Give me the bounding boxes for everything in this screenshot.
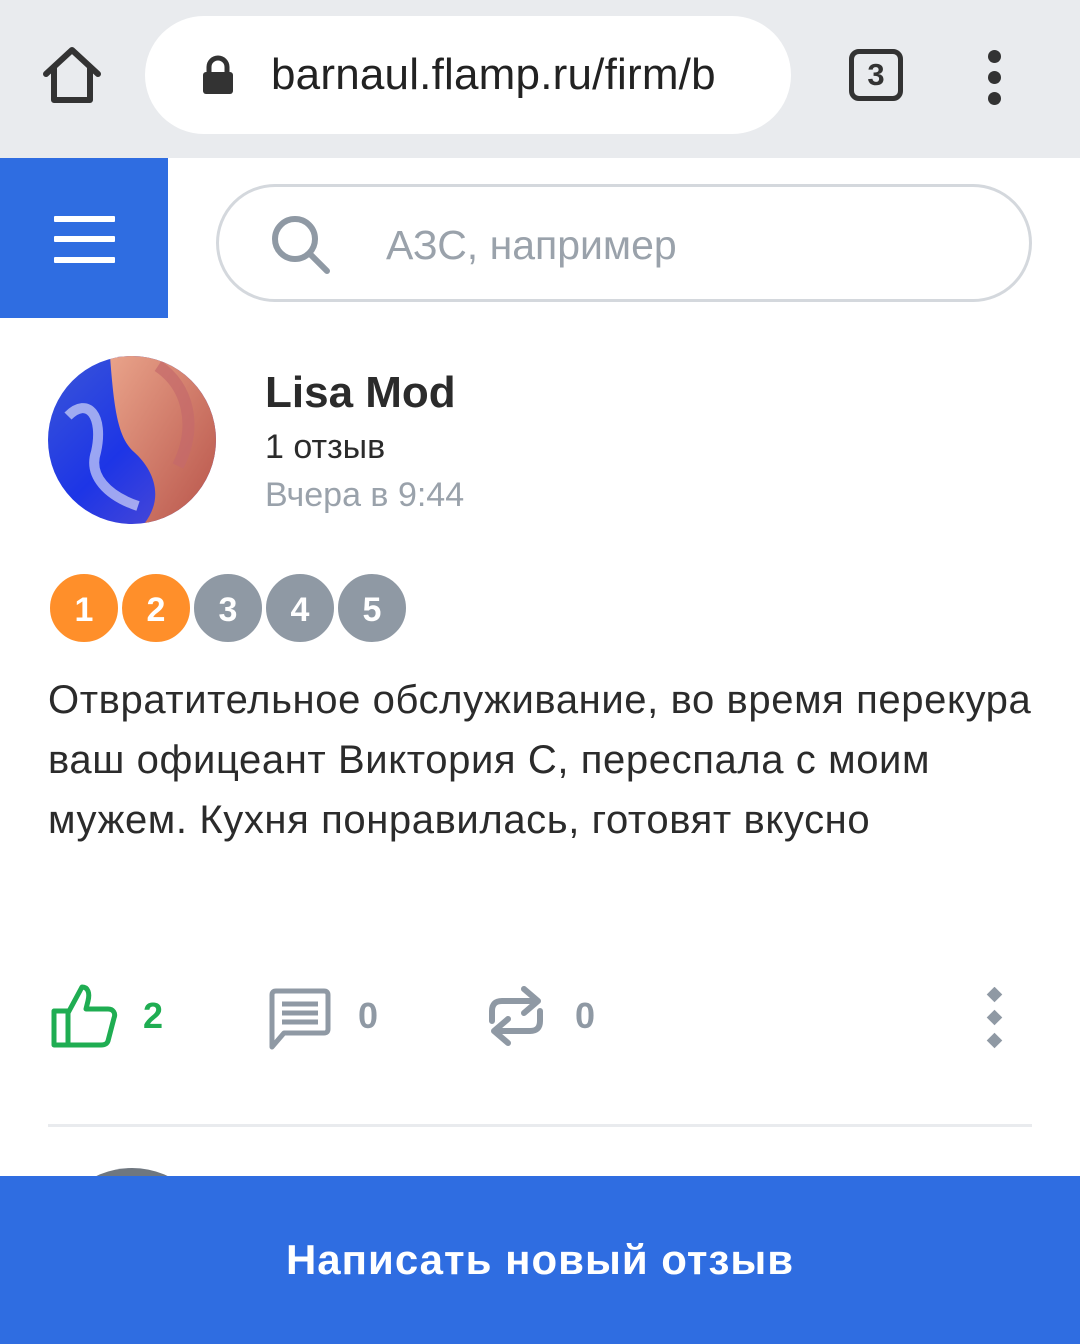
- search-placeholder: АЗС, например: [386, 222, 677, 268]
- search-icon: [267, 211, 337, 281]
- url-text: barnaul.flamp.ru/firm/b: [271, 50, 716, 99]
- author-review-count: 1 отзыв: [265, 428, 386, 466]
- write-review-button[interactable]: Написать новый отзыв: [0, 1176, 1080, 1344]
- address-bar[interactable]: barnaul.flamp.ru/firm/b: [145, 16, 791, 134]
- comment-count[interactable]: 0: [358, 995, 378, 1037]
- rating-stars: 1 2 3 4 5: [48, 572, 418, 644]
- repost-count[interactable]: 0: [575, 995, 595, 1037]
- comment-icon[interactable]: [268, 987, 332, 1051]
- site-header: АЗС, например: [0, 158, 1080, 318]
- home-icon[interactable]: [38, 44, 106, 106]
- like-count[interactable]: 2: [143, 995, 163, 1037]
- rating-point-3: 3: [192, 572, 264, 644]
- review-actions: 2 0 0: [0, 975, 1080, 1065]
- browser-toolbar: barnaul.flamp.ru/firm/b 3: [0, 0, 1080, 158]
- rating-point-1: 1: [48, 572, 120, 644]
- avatar[interactable]: [48, 356, 216, 524]
- lock-icon: [200, 55, 236, 95]
- rating-point-2: 2: [120, 572, 192, 644]
- hamburger-icon[interactable]: [0, 158, 168, 318]
- review-text: Отвратительное обслуживание, во время пе…: [48, 678, 1032, 842]
- rating-point-4: 4: [264, 572, 336, 644]
- author-name[interactable]: Lisa Mod: [265, 367, 456, 419]
- kebab-menu-icon[interactable]: [980, 50, 1010, 106]
- tab-switcher-button[interactable]: 3: [849, 49, 903, 101]
- repost-icon[interactable]: [484, 981, 548, 1051]
- search-input[interactable]: АЗС, например: [216, 184, 1032, 302]
- thumbs-up-icon[interactable]: [50, 981, 118, 1049]
- rating-point-5: 5: [336, 572, 408, 644]
- review-date: Вчера в 9:44: [265, 476, 465, 514]
- divider: [48, 1124, 1032, 1127]
- more-options-icon[interactable]: [980, 986, 1010, 1049]
